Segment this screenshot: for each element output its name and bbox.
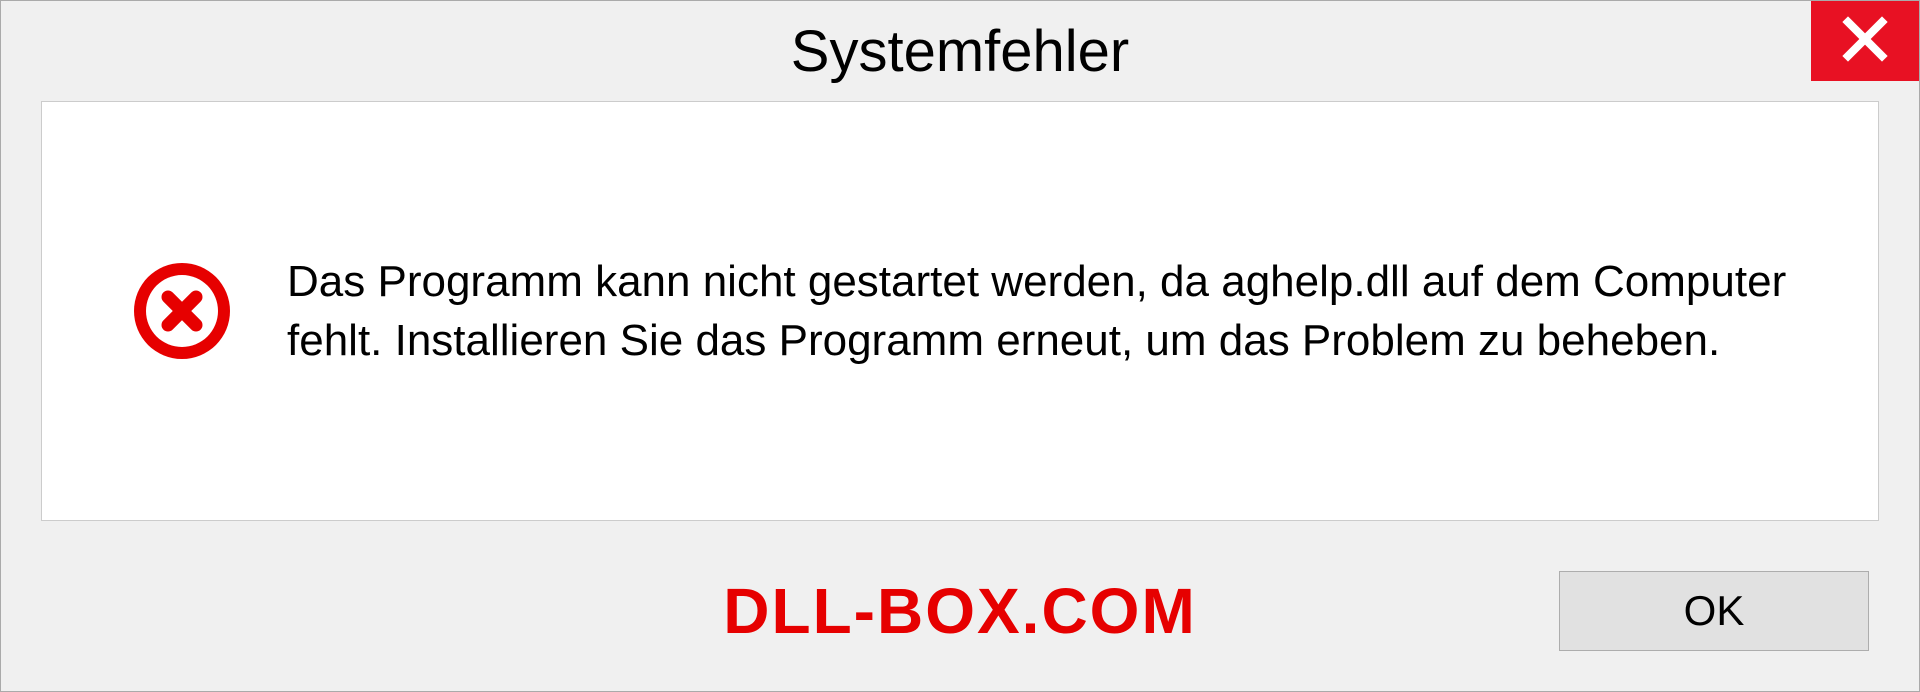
error-dialog: Systemfehler Das Programm kann nicht ges… (0, 0, 1920, 692)
dialog-title: Systemfehler (791, 18, 1129, 85)
watermark-text: DLL-BOX.COM (723, 574, 1197, 648)
dialog-footer: DLL-BOX.COM OK (1, 561, 1919, 691)
message-panel: Das Programm kann nicht gestartet werden… (41, 101, 1879, 521)
titlebar: Systemfehler (1, 1, 1919, 101)
error-message: Das Programm kann nicht gestartet werden… (287, 252, 1818, 371)
ok-button[interactable]: OK (1559, 571, 1869, 651)
error-icon (132, 261, 232, 361)
close-icon (1842, 16, 1888, 67)
close-button[interactable] (1811, 1, 1919, 81)
